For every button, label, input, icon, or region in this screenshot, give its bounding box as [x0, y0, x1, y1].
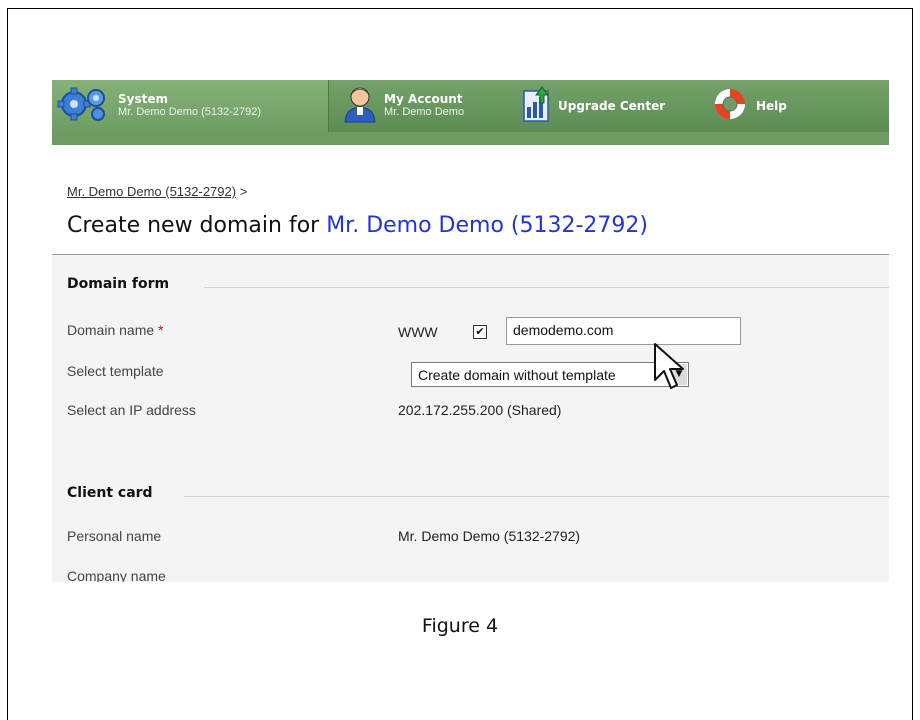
client-card-heading: Client card [67, 485, 153, 501]
domain-name-label-text: Domain name [67, 322, 155, 338]
domain-name-label: Domain name * [67, 322, 164, 338]
gears-icon [56, 84, 112, 128]
breadcrumb-separator: > [239, 184, 248, 199]
required-mark: * [158, 322, 164, 338]
upgrade-chart-icon [522, 85, 550, 127]
system-title: System [118, 92, 168, 106]
domain-form-divider [204, 287, 889, 288]
breadcrumb: Mr. Demo Demo (5132-2792) > [67, 184, 247, 199]
company-name-label: Company name [67, 568, 166, 582]
figure-caption: Figure 4 [421, 615, 499, 637]
lifebuoy-icon [712, 86, 748, 126]
page-title: Create new domain for Mr. Demo Demo (513… [67, 213, 648, 238]
screenshot: System Mr. Demo Demo (5132-2792) My Acco… [52, 80, 889, 582]
help-label: Help [756, 99, 787, 113]
ip-address-value: 202.172.255.200 (Shared) [398, 402, 562, 418]
www-label: WWW [398, 324, 438, 340]
toolbar-upgrade-center[interactable]: Upgrade Center [522, 80, 665, 132]
page-title-prefix: Create new domain for [67, 213, 320, 238]
template-select-value: Create domain without template [418, 367, 616, 383]
my-account-title: My Account [384, 92, 463, 106]
toolbar-help[interactable]: Help [712, 80, 787, 132]
top-toolbar: System Mr. Demo Demo (5132-2792) My Acco… [52, 80, 889, 132]
mouse-cursor-icon [653, 342, 687, 398]
system-subtitle: Mr. Demo Demo (5132-2792) [118, 106, 262, 118]
ip-address-label: Select an IP address [67, 402, 196, 418]
domain-name-input[interactable]: demodemo.com [506, 317, 741, 345]
personal-name-value: Mr. Demo Demo (5132-2792) [398, 528, 581, 544]
toolbar-system[interactable]: System Mr. Demo Demo (5132-2792) [52, 80, 329, 132]
toolbar-strip [52, 132, 889, 145]
upgrade-center-label: Upgrade Center [558, 99, 666, 113]
client-card-divider [184, 496, 889, 497]
my-account-subtitle: Mr. Demo Demo [384, 106, 465, 118]
page-title-client: Mr. Demo Demo (5132-2792) [326, 213, 648, 238]
user-icon [342, 84, 378, 128]
www-checkbox[interactable]: ✔ [473, 325, 487, 339]
template-select[interactable]: Create domain without template ▼ [411, 362, 689, 387]
domain-form-heading: Domain form [67, 276, 170, 292]
personal-name-label: Personal name [67, 528, 162, 544]
select-template-label: Select template [67, 363, 164, 379]
toolbar-my-account[interactable]: My Account Mr. Demo Demo [342, 80, 464, 132]
breadcrumb-client-link[interactable]: Mr. Demo Demo (5132-2792) [67, 184, 236, 199]
